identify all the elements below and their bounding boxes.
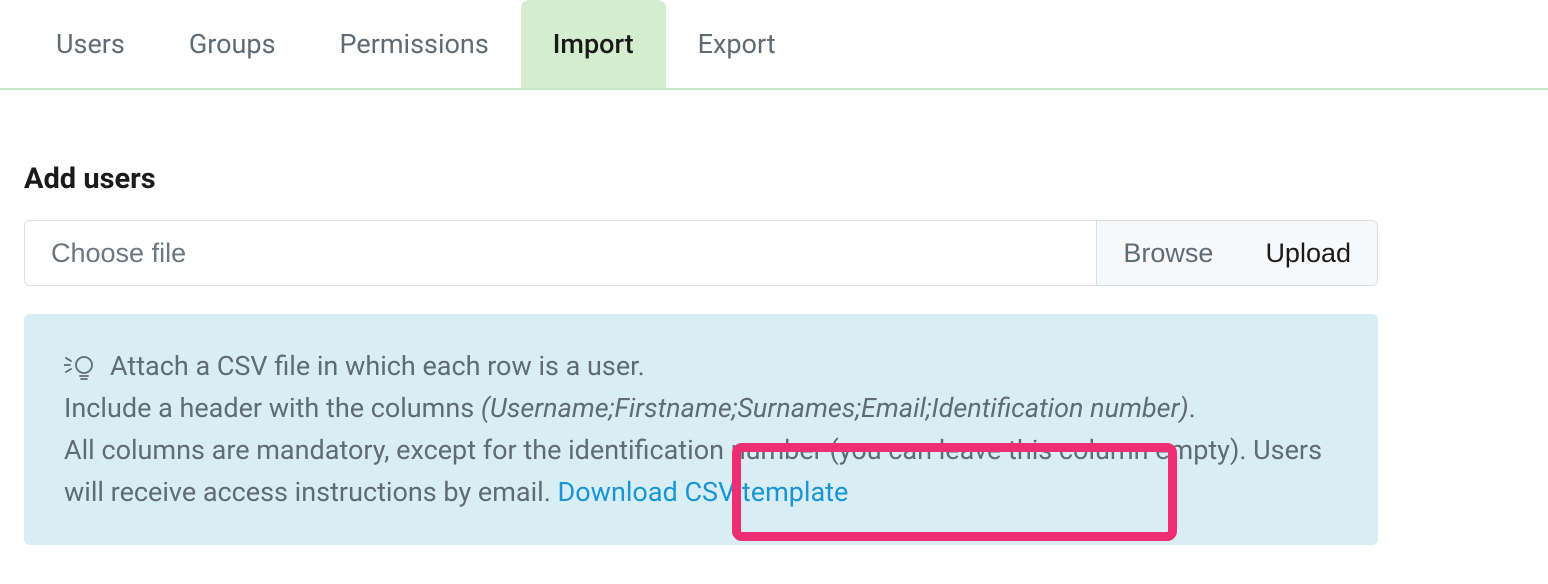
file-picker: Browse Upload	[24, 220, 1378, 286]
info-box: Attach a CSV file in which each row is a…	[24, 314, 1378, 545]
tab-export[interactable]: Export	[666, 0, 808, 88]
info-text-line2-suffix: .	[1189, 392, 1196, 424]
section-title: Add users	[24, 162, 1524, 196]
info-text-line2-columns: (Username;Firstname;Surnames;Email;Ident…	[481, 392, 1189, 424]
tab-permissions[interactable]: Permissions	[308, 0, 521, 88]
upload-button[interactable]: Upload	[1239, 221, 1377, 285]
tab-bar: Users Groups Permissions Import Export	[0, 0, 1548, 90]
info-text-line1: Attach a CSV file in which each row is a…	[110, 346, 645, 388]
tab-groups[interactable]: Groups	[157, 0, 308, 88]
file-input[interactable]	[25, 221, 1096, 285]
tab-users[interactable]: Users	[24, 0, 157, 88]
tab-import[interactable]: Import	[521, 0, 666, 88]
download-csv-template-link[interactable]: Download CSV template	[558, 476, 849, 508]
lightbulb-icon	[64, 352, 100, 382]
info-text-line2-prefix: Include a header with the columns	[64, 392, 481, 424]
browse-button[interactable]: Browse	[1096, 221, 1239, 285]
